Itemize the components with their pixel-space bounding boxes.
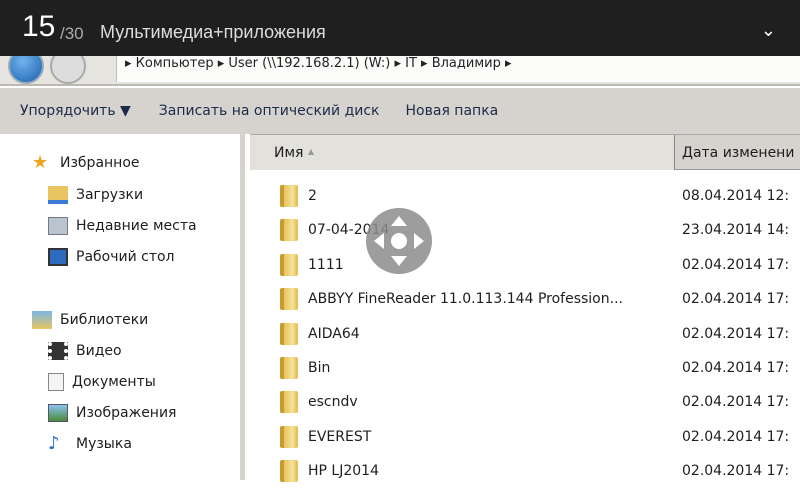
file-row[interactable]: escndv 02.04.2014 17: [250,385,800,419]
file-name: 2 [308,188,317,204]
folder-icon [280,185,298,207]
file-name: Bin [308,360,331,376]
folder-icon [280,357,298,379]
file-name: escndv [308,394,358,411]
file-name: ABBYY FineReader 11.0.113.144 Profession… [308,291,623,308]
file-name: 1111 [308,256,344,273]
file-date: 08.04.2014 12: [682,188,790,204]
toolbar: Упорядочить ▼ Записать на оптический дис… [0,88,800,134]
move-pad-icon[interactable] [366,208,432,274]
folder-icon [280,460,298,483]
sidebar-item-music[interactable]: ♪ Музыка [48,435,132,453]
sidebar-item-video[interactable]: Видео [48,342,122,360]
file-date: 02.04.2014 17: [682,325,790,342]
address-field[interactable]: ▸ Компьютер ▸ User (\\192.168.2.1) (W:) … [116,52,800,82]
file-row[interactable]: Bin 02.04.2014 17: [250,351,800,385]
navigation-pane: ★ Избранное Загрузки Недавние места Рабоч… [0,134,245,480]
file-row[interactable]: 07-04-2014 23.04.2014 14: [250,213,800,247]
file-name: EVEREST [308,428,372,445]
sidebar-item-recent-places[interactable]: Недавние места [48,217,197,235]
folder-icon [280,322,298,345]
file-date: 02.04.2014 17: [682,256,790,273]
column-header: Имя ▲ Дата изменени [250,134,800,170]
chevron-down-icon[interactable]: ⌄ [761,20,776,41]
new-folder-button[interactable]: Новая папка [406,103,499,119]
file-row[interactable]: ABBYY FineReader 11.0.113.144 Profession… [250,282,800,316]
folder-icon [280,391,298,414]
file-row[interactable]: 2 08.04.2014 12: [250,179,800,213]
music-icon: ♪ [48,433,60,454]
burn-disc-button[interactable]: Записать на оптический диск [159,103,380,119]
file-row[interactable]: HP LJ2014 02.04.2014 17: [250,454,800,488]
window-title: Мультимедиа+приложения [100,22,326,42]
file-date: 02.04.2014 17: [682,360,790,376]
file-date: 02.04.2014 17: [682,428,790,445]
file-date: 02.04.2014 17: [682,291,790,308]
documents-icon [48,373,64,391]
sidebar-item-downloads[interactable]: Загрузки [48,186,143,204]
top-bar: 15 /30 Мультимедиа+приложения ⌄ [0,0,800,56]
page-number: 15 [22,10,56,43]
libraries-icon [32,311,52,329]
column-name[interactable]: Имя ▲ [250,135,675,170]
downloads-icon [48,186,68,204]
file-row[interactable]: EVEREST 02.04.2014 17: [250,420,800,454]
file-name: HP LJ2014 [308,463,379,480]
star-icon: ★ [32,152,49,173]
folder-icon [280,219,298,242]
pictures-icon [48,404,68,422]
file-name: AIDA64 [308,325,360,342]
file-row[interactable]: AIDA64 02.04.2014 17: [250,317,800,351]
organize-button[interactable]: Упорядочить ▼ [20,103,131,119]
file-row[interactable]: 1111 02.04.2014 17: [250,248,800,282]
sort-ascending-icon: ▲ [307,147,315,156]
recent-places-icon [48,217,68,235]
video-icon [48,342,68,360]
folder-icon [280,253,298,276]
sidebar-item-desktop[interactable]: Рабочий стол [48,248,175,266]
column-date-modified[interactable]: Дата изменени [676,135,794,170]
folder-icon [280,288,298,311]
address-bar-area: ▸ Компьютер ▸ User (\\192.168.2.1) (W:) … [0,48,800,86]
sidebar-item-documents[interactable]: Документы [48,373,156,391]
file-date: 02.04.2014 17: [682,394,790,411]
file-name: 07-04-2014 [308,222,390,239]
sidebar-item-pictures[interactable]: Изображения [48,404,176,422]
page-total: /30 [60,24,84,43]
folder-icon [280,425,298,448]
sidebar-item-favorites[interactable]: ★ Избранное [32,154,140,172]
sidebar-item-libraries[interactable]: Библиотеки [32,311,148,329]
desktop-icon [48,248,68,266]
file-date: 23.04.2014 14: [682,222,790,239]
file-date: 02.04.2014 17: [682,463,790,480]
